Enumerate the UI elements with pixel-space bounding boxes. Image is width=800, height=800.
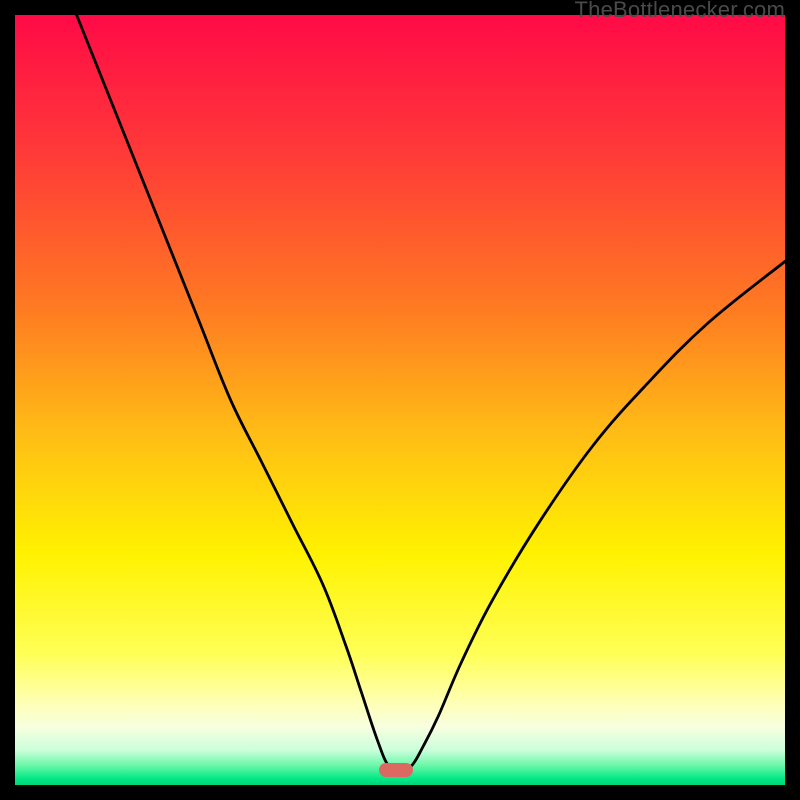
chart-stage: TheBottlenecker.com: [0, 0, 800, 800]
gradient-background: [15, 15, 785, 785]
watermark-text: TheBottlenecker.com: [575, 0, 785, 23]
bottleneck-plot: [15, 15, 785, 785]
minimum-marker: [379, 763, 413, 777]
